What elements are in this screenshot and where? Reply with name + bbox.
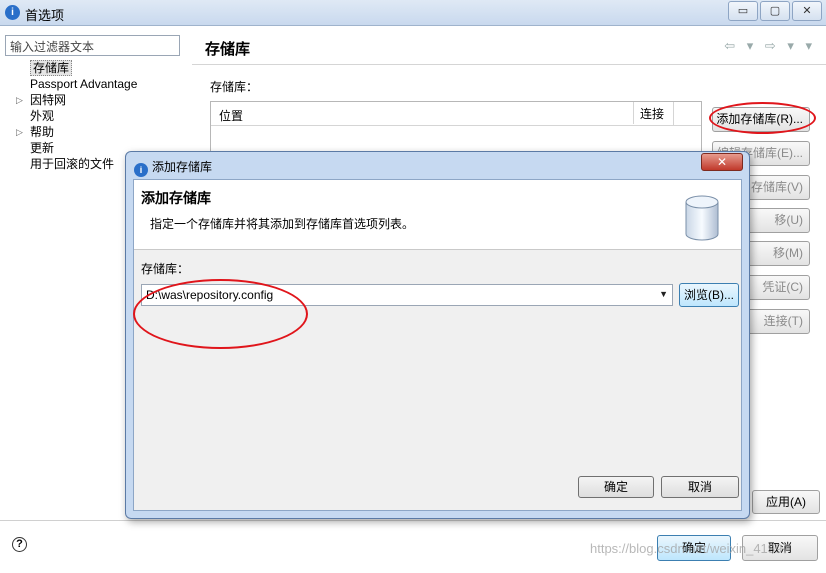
minimize-button[interactable]: ▭ [728, 1, 758, 21]
repository-section-label: 存储库： [210, 80, 259, 94]
expand-icon[interactable]: ▷ [16, 124, 23, 140]
dialog-body: 添加存储库 指定一个存储库并将其添加到存储库首选项列表。 存储库： D:\was… [133, 179, 742, 511]
window-titlebar: i 首选项 ▭ ▢ ✕ [0, 0, 826, 26]
repository-path-value: D:\was\repository.config [146, 288, 274, 302]
window-title: 首选项 [25, 8, 65, 23]
column-divider [673, 102, 674, 126]
help-icon[interactable]: ? [12, 537, 27, 552]
dialog-description: 指定一个存储库并将其添加到存储库首选项列表。 [150, 217, 415, 231]
footer-divider [0, 520, 826, 521]
watermark: https://blog.csdn.net/weixin_41997 [590, 541, 790, 556]
repository-field-label: 存储库： [141, 262, 190, 276]
maximize-button[interactable]: ▢ [760, 1, 790, 21]
repository-path-combo[interactable]: D:\was\repository.config ▼ [141, 284, 673, 306]
page-title: 存储库 [205, 41, 251, 58]
chevron-down-icon[interactable]: ▼ [659, 289, 668, 299]
dialog-heading: 添加存储库 [141, 190, 211, 206]
app-icon: i [134, 163, 148, 177]
tree-item-appearance[interactable]: 外观 [8, 108, 188, 124]
tree-item-passport[interactable]: Passport Advantage [8, 76, 188, 92]
tree-item-internet[interactable]: ▷ 因特网 [8, 92, 188, 108]
dialog-close-button[interactable]: ✕ [701, 153, 743, 171]
expand-icon[interactable]: ▷ [16, 92, 23, 108]
window-controls: ▭ ▢ ✕ [726, 1, 822, 21]
tree-item-repository[interactable]: 存储库 [8, 60, 188, 76]
database-icon [685, 195, 719, 241]
dialog-banner: 添加存储库 指定一个存储库并将其添加到存储库首选项列表。 [134, 180, 741, 250]
table-header: 位置 连接 [211, 102, 701, 126]
column-connection[interactable]: 连接 [633, 102, 664, 124]
dialog-ok-button[interactable]: 确定 [578, 476, 654, 498]
browse-button[interactable]: 浏览(B)... [679, 283, 739, 307]
add-repository-button[interactable]: 添加存储库(R)... [712, 107, 810, 132]
dialog-cancel-button[interactable]: 取消 [661, 476, 739, 498]
column-location[interactable]: 位置 [219, 107, 243, 124]
close-button[interactable]: ✕ [792, 1, 822, 21]
add-repository-dialog: i 添加存储库 ✕ 添加存储库 指定一个存储库并将其添加到存储库首选项列表。 存储… [125, 151, 750, 519]
filter-input[interactable]: 输入过滤器文本 [5, 35, 180, 56]
dialog-titlebar: i 添加存储库 [134, 158, 212, 177]
app-icon: i [5, 5, 20, 20]
dialog-title: 添加存储库 [152, 160, 213, 174]
divider [192, 64, 826, 65]
nav-arrows-icon[interactable]: ⇦ ▾ ⇨ ▾ ▾ [724, 38, 816, 54]
tree-item-help[interactable]: ▷ 帮助 [8, 124, 188, 140]
apply-button[interactable]: 应用(A) [752, 490, 820, 514]
